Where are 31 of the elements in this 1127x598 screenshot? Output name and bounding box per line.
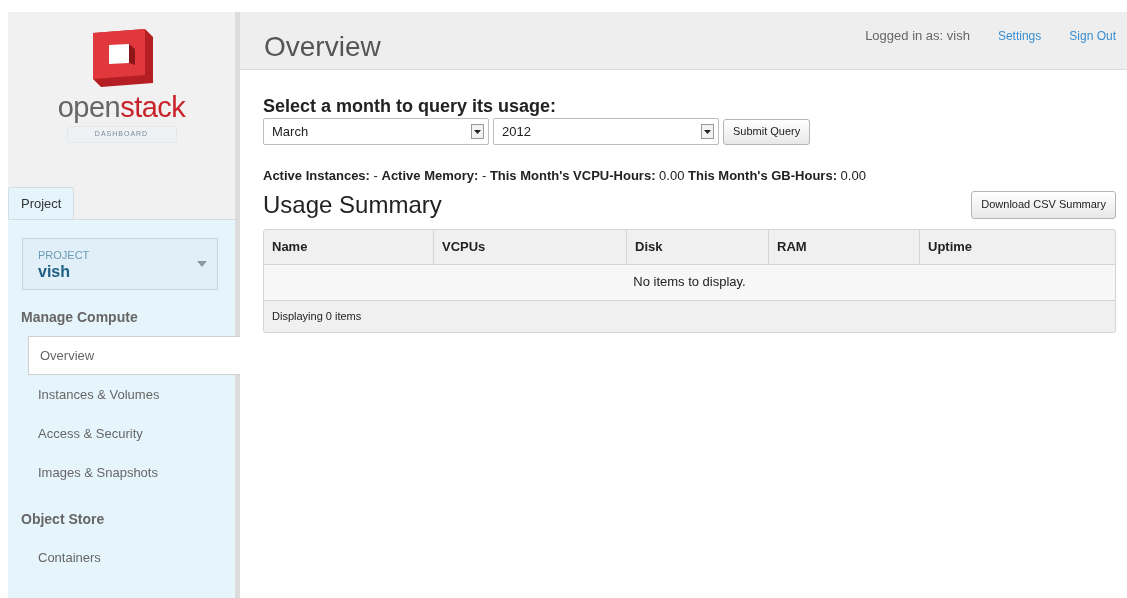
logged-in-user: Logged in as: vish bbox=[865, 27, 970, 45]
project-name: vish bbox=[38, 263, 71, 282]
nav-item[interactable]: Containers bbox=[8, 538, 235, 577]
nav-item[interactable]: Access & Security bbox=[8, 414, 235, 453]
header-link[interactable]: Sign Out bbox=[1069, 27, 1116, 46]
column-header: Disk bbox=[626, 229, 768, 264]
logo-wordmark: openstack bbox=[57, 91, 186, 123]
section-title: Usage Summary bbox=[263, 189, 442, 220]
caret-icon bbox=[197, 261, 207, 267]
column-header: VCPUs bbox=[433, 229, 626, 264]
empty-message: No items to display. bbox=[264, 264, 1115, 301]
project-switcher[interactable]: PROJECT vish bbox=[22, 238, 218, 290]
page-title: Overview bbox=[264, 30, 381, 64]
header-link[interactable]: Settings bbox=[997, 27, 1042, 46]
nav-item[interactable]: Images & Snapshots bbox=[8, 453, 235, 492]
submit-query-button[interactable]: Submit Query bbox=[723, 118, 811, 145]
nav-item[interactable]: Overview bbox=[28, 336, 240, 375]
column-header: Uptime bbox=[919, 229, 1115, 264]
year-select[interactable]: 2012 bbox=[493, 118, 719, 145]
project-label: PROJECT bbox=[38, 247, 90, 263]
query-heading: Select a month to query its usage: bbox=[263, 95, 558, 118]
column-header: Name bbox=[271, 237, 309, 256]
usage-stats: Active Instances: - Active Memory: - This Month's VCPU-Hours: 0.00 This Month's GB-Hours: 0.00 bbox=[263, 167, 867, 185]
month-select[interactable]: March bbox=[263, 118, 489, 145]
nav-section-title: Manage Compute bbox=[20, 308, 139, 327]
download-csv-button[interactable]: Download CSV Summary bbox=[971, 190, 1116, 219]
table-footer: Displaying 0 items bbox=[264, 300, 1115, 332]
column-header: RAM bbox=[768, 229, 919, 264]
sidebar-tab[interactable]: Project bbox=[8, 187, 75, 220]
nav-section-title: Object Store bbox=[20, 510, 106, 529]
nav-item[interactable]: Instances & Volumes bbox=[8, 375, 235, 414]
